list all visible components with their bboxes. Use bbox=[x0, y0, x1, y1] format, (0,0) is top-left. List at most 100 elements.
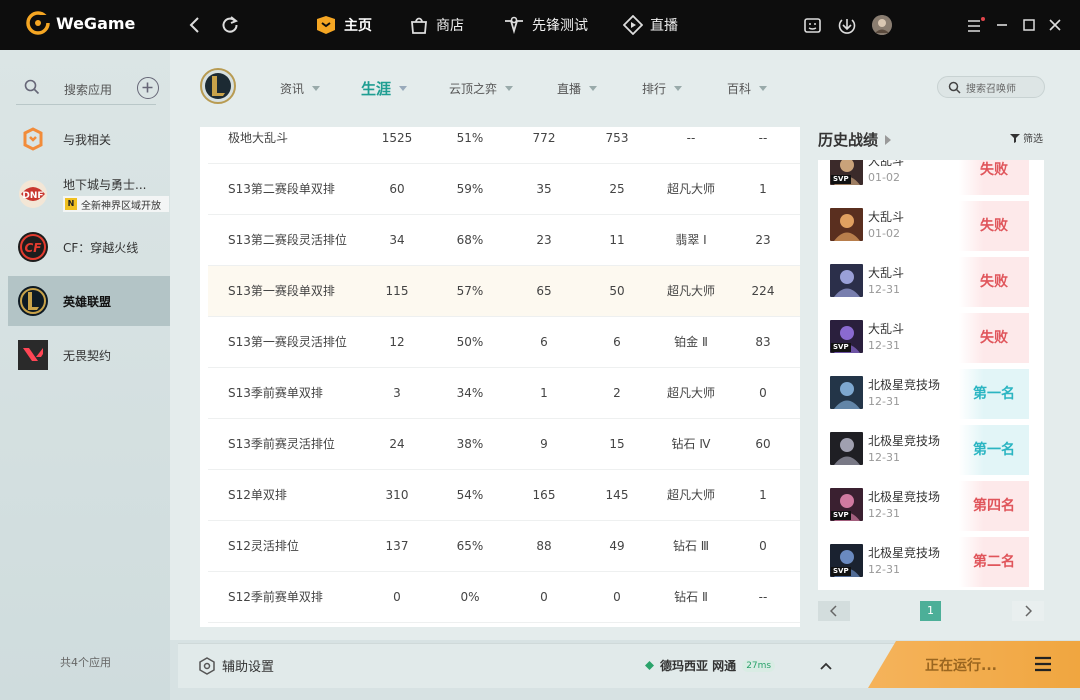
refresh-button[interactable] bbox=[219, 14, 241, 36]
table-row[interactable]: S13季前赛单双排 3 34% 1 2 超凡大师 0 bbox=[208, 368, 800, 419]
history-item[interactable]: SVP 北极星竞技场 12-31 第二名 bbox=[818, 537, 1044, 590]
history-item[interactable]: SVP 大乱斗 01-02 失败 bbox=[818, 160, 1044, 201]
maximize-button[interactable] bbox=[1020, 16, 1038, 34]
table-cell: 11 bbox=[609, 233, 625, 247]
champion-avatar: SVP bbox=[830, 544, 863, 577]
history-item[interactable]: SVP 大乱斗 12-31 失败 bbox=[818, 313, 1044, 369]
app-search[interactable]: 搜索应用 bbox=[16, 73, 159, 105]
minimize-button[interactable] bbox=[993, 16, 1011, 34]
status-diamond-icon bbox=[645, 661, 654, 670]
table-row[interactable]: S13第一赛段灵活排位 12 50% 6 6 铂金 Ⅱ 83 bbox=[208, 317, 800, 368]
prev-page-button[interactable] bbox=[818, 601, 850, 621]
table-cell: 65 bbox=[536, 284, 552, 298]
server-name: 德玛西亚 网通 bbox=[660, 659, 737, 673]
match-date: 12-31 bbox=[868, 395, 900, 408]
tab-career[interactable]: 生涯 bbox=[361, 78, 408, 99]
caret-down-icon bbox=[759, 86, 768, 91]
sidebar-item-label: 无畏契约 bbox=[63, 348, 112, 363]
cf-icon: CF bbox=[18, 232, 48, 262]
history-item[interactable]: 北极星竞技场 12-31 第一名 bbox=[818, 369, 1044, 425]
sidebar-item-cf[interactable]: CF CF：穿越火线 bbox=[8, 222, 170, 272]
tab-tft[interactable]: 云顶之弈 bbox=[449, 80, 514, 97]
valorant-icon bbox=[18, 340, 48, 370]
sidebar-item-valorant[interactable]: 无畏契约 bbox=[8, 330, 170, 380]
match-mode: 大乱斗 bbox=[868, 266, 905, 280]
nav-tab-live[interactable]: 直播 bbox=[623, 0, 678, 50]
table-row[interactable]: S13季前赛灵活排位 24 38% 9 15 钻石 Ⅳ 60 bbox=[208, 419, 800, 470]
table-row[interactable]: S12季前赛单双排 0 0% 0 0 钻石 Ⅱ -- bbox=[208, 572, 800, 623]
tab-news[interactable]: 资讯 bbox=[280, 80, 321, 97]
table-row[interactable]: S12灵活排位 137 65% 88 49 钻石 Ⅲ 0 bbox=[208, 521, 800, 572]
tab-ranking[interactable]: 排行 bbox=[642, 80, 683, 97]
nav-tab-test[interactable]: 先锋测试 bbox=[503, 0, 588, 50]
match-mode: 北极星竞技场 bbox=[868, 434, 941, 448]
tab-wiki[interactable]: 百科 bbox=[727, 80, 768, 97]
menu-icon bbox=[968, 17, 985, 32]
nav-tab-store[interactable]: 商店 bbox=[409, 0, 464, 50]
filter-icon bbox=[1010, 133, 1020, 143]
new-mark-icon: N bbox=[65, 198, 77, 210]
match-date: 12-31 bbox=[868, 339, 900, 352]
table-cell: 60 bbox=[755, 437, 771, 451]
expand-up-button[interactable] bbox=[818, 658, 834, 674]
match-result: 失败 bbox=[959, 160, 1029, 195]
title-bar: WeGame 主页 商店 先锋测试 直播 bbox=[0, 0, 1080, 50]
table-row[interactable]: S13第二赛段灵活排位 34 68% 23 11 翡翠 Ⅰ 23 bbox=[208, 215, 800, 266]
table-cell: 超凡大师 bbox=[666, 284, 715, 298]
history-item[interactable]: 大乱斗 12-31 失败 bbox=[818, 257, 1044, 313]
match-mode: 北极星竞技场 bbox=[868, 378, 941, 392]
table-row[interactable]: 极地大乱斗 1525 51% 772 753 -- -- bbox=[208, 127, 800, 164]
table-cell: 35 bbox=[536, 182, 552, 196]
table-cell: 68% bbox=[456, 233, 484, 247]
history-item[interactable]: 大乱斗 01-02 失败 bbox=[818, 201, 1044, 257]
brand-logo[interactable]: WeGame bbox=[26, 11, 135, 35]
sidebar-item-related[interactable]: 与我相关 bbox=[8, 114, 170, 164]
champion-avatar bbox=[830, 432, 863, 465]
champion-portrait-icon bbox=[830, 208, 863, 241]
running-button[interactable]: 正在运行... bbox=[868, 641, 1080, 688]
summoner-search-input[interactable]: 搜索召唤师 bbox=[937, 76, 1045, 98]
filter-button[interactable]: 筛选 bbox=[1010, 130, 1043, 145]
chevron-up-icon bbox=[820, 662, 832, 670]
champion-portrait-icon bbox=[830, 264, 863, 297]
close-icon bbox=[1049, 19, 1061, 31]
caret-down-icon bbox=[505, 86, 514, 91]
match-date: 12-31 bbox=[868, 507, 900, 520]
game-logo[interactable] bbox=[200, 68, 236, 104]
page-number[interactable]: 1 bbox=[920, 601, 941, 621]
next-page-button[interactable] bbox=[1012, 601, 1044, 621]
table-row[interactable]: S13第一赛段单双排 115 57% 65 50 超凡大师 224 bbox=[208, 266, 800, 317]
minimize-icon bbox=[997, 24, 1007, 26]
table-row[interactable]: S12单双排 310 54% 165 145 超凡大师 1 bbox=[208, 470, 800, 521]
message-icon bbox=[804, 18, 821, 33]
match-result: 失败 bbox=[959, 257, 1029, 307]
tab-live[interactable]: 直播 bbox=[557, 80, 598, 97]
wegame-logo-icon bbox=[26, 11, 50, 35]
nav-tab-home[interactable]: 主页 bbox=[315, 0, 372, 50]
history-title[interactable]: 历史战绩 bbox=[818, 129, 892, 150]
user-avatar[interactable] bbox=[872, 15, 892, 35]
table-cell: 60 bbox=[389, 182, 405, 196]
server-selector[interactable]: 德玛西亚 网通 27ms bbox=[645, 657, 776, 674]
table-cell: 772 bbox=[532, 131, 556, 145]
champion-avatar bbox=[830, 264, 863, 297]
chevron-right-icon bbox=[1025, 605, 1032, 617]
assist-settings-button[interactable]: 辅助设置 bbox=[198, 656, 274, 675]
history-item[interactable]: SVP 北极星竞技场 12-31 第四名 bbox=[818, 481, 1044, 537]
download-button[interactable] bbox=[836, 15, 858, 37]
ping-badge: 27ms bbox=[742, 659, 776, 672]
summoner-search-placeholder: 搜索召唤师 bbox=[966, 84, 1016, 95]
sidebar-item-dnf[interactable]: DNF 地下城与勇士... N 全新神界区域开放 bbox=[8, 168, 170, 220]
add-app-button[interactable] bbox=[137, 77, 159, 99]
table-cell: 极地大乱斗 bbox=[228, 131, 289, 145]
back-button[interactable] bbox=[184, 14, 206, 36]
message-button[interactable] bbox=[802, 15, 824, 37]
champion-avatar: SVP bbox=[830, 160, 863, 185]
sidebar-item-lol[interactable]: 英雄联盟 bbox=[8, 276, 170, 326]
close-button[interactable] bbox=[1046, 16, 1064, 34]
table-cell: 钻石 Ⅲ bbox=[672, 539, 710, 553]
history-item[interactable]: 北极星竞技场 12-31 第一名 bbox=[818, 425, 1044, 481]
menu-button[interactable] bbox=[966, 16, 986, 34]
table-cell: -- bbox=[686, 131, 696, 145]
table-row[interactable]: S13第二赛段单双排 60 59% 35 25 超凡大师 1 bbox=[208, 164, 800, 215]
